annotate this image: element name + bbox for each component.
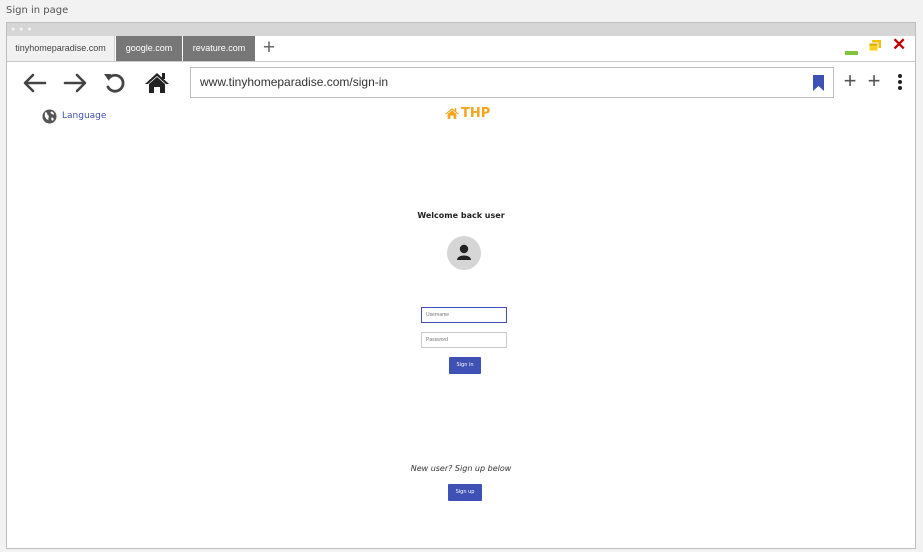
page-label: Sign in page	[6, 5, 69, 16]
new-tab-button[interactable]: +	[260, 36, 278, 61]
new-user-text: New user? Sign up below	[410, 464, 512, 473]
browser-toolbar: www.tinyhomeparadise.com/sign-in + +	[7, 62, 915, 102]
window-dots-icon: ● ● ●	[11, 26, 33, 33]
address-bar[interactable]: www.tinyhomeparadise.com/sign-in	[190, 67, 834, 98]
browser-window: ● ● ● tinyhomeparadise.com google.com re…	[6, 22, 916, 549]
user-avatar-icon	[447, 236, 481, 270]
forward-arrow-icon[interactable]	[61, 70, 89, 96]
back-arrow-icon[interactable]	[21, 70, 49, 96]
toolbar-plus-button-1[interactable]: +	[841, 70, 859, 92]
toolbar-plus-button-2[interactable]: +	[865, 70, 883, 92]
language-label[interactable]: Language	[62, 111, 106, 121]
page-content: Language THP Welcome back user Sign in N…	[7, 103, 915, 548]
minimize-icon[interactable]	[845, 51, 858, 55]
language-selector[interactable]: Language	[42, 108, 106, 124]
sign-in-button[interactable]: Sign in	[449, 357, 481, 374]
logo-text: THP	[461, 106, 491, 121]
refresh-icon[interactable]	[101, 70, 129, 96]
globe-icon	[42, 108, 57, 124]
url-text[interactable]: www.tinyhomeparadise.com/sign-in	[200, 75, 388, 89]
title-bar: ● ● ●	[7, 23, 915, 36]
maximize-icon[interactable]	[868, 39, 881, 52]
close-icon[interactable]: ✕	[892, 36, 906, 53]
tab-revature[interactable]: revature.com	[183, 36, 255, 61]
home-logo-icon	[444, 108, 460, 119]
kebab-menu-icon[interactable]	[896, 73, 904, 91]
welcome-heading: Welcome back user	[417, 211, 505, 220]
tab-bar: tinyhomeparadise.com google.com revature…	[7, 36, 915, 62]
bookmark-icon[interactable]	[813, 75, 824, 91]
username-field[interactable]	[421, 307, 507, 323]
sign-up-button[interactable]: Sign up	[448, 484, 482, 501]
site-logo[interactable]: THP	[444, 106, 490, 121]
tab-google[interactable]: google.com	[116, 36, 182, 61]
tab-tinyhomeparadise[interactable]: tinyhomeparadise.com	[7, 36, 115, 61]
home-icon[interactable]	[143, 70, 171, 96]
password-field[interactable]	[421, 332, 507, 348]
